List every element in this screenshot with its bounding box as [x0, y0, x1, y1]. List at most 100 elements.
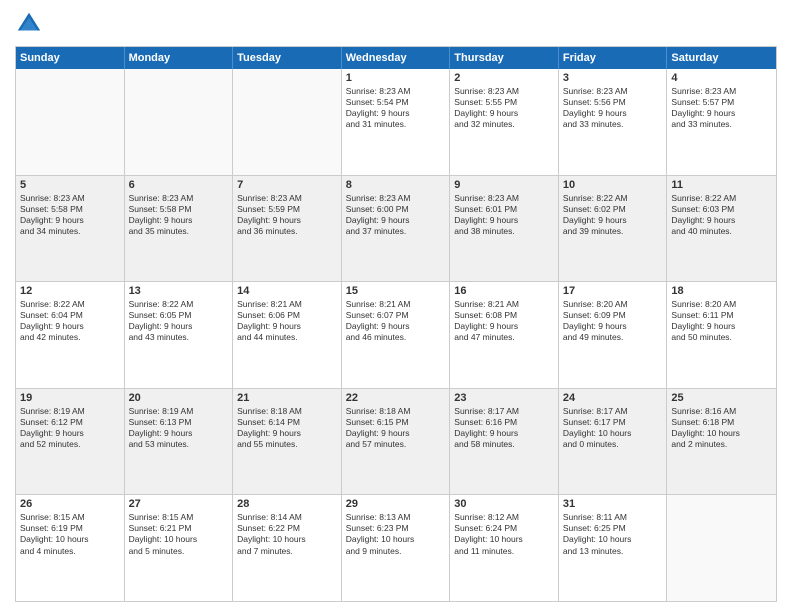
- day-number: 24: [563, 392, 663, 404]
- day-number: 23: [454, 392, 554, 404]
- header-cell-monday: Monday: [125, 47, 234, 69]
- cal-row-3: 19 Sunrise: 8:19 AM Sunset: 6:12 PM Dayli…: [16, 388, 776, 495]
- cell-info-text: Sunrise: 8:17 AM Sunset: 6:17 PM Dayligh…: [563, 406, 663, 450]
- cal-cell-day-2: 2 Sunrise: 8:23 AM Sunset: 5:55 PM Daylig…: [450, 69, 559, 175]
- cell-info-text: Sunrise: 8:23 AM Sunset: 5:58 PM Dayligh…: [129, 193, 229, 237]
- cal-cell-day-10: 10 Sunrise: 8:22 AM Sunset: 6:02 PM Dayli…: [559, 176, 668, 282]
- day-number: 21: [237, 392, 337, 404]
- header-cell-friday: Friday: [559, 47, 668, 69]
- cell-info-text: Sunrise: 8:22 AM Sunset: 6:02 PM Dayligh…: [563, 193, 663, 237]
- header: [15, 10, 777, 38]
- cell-info-text: Sunrise: 8:19 AM Sunset: 6:13 PM Dayligh…: [129, 406, 229, 450]
- header-cell-thursday: Thursday: [450, 47, 559, 69]
- cell-info-text: Sunrise: 8:23 AM Sunset: 5:58 PM Dayligh…: [20, 193, 120, 237]
- cal-cell-empty: [125, 69, 234, 175]
- cal-row-2: 12 Sunrise: 8:22 AM Sunset: 6:04 PM Dayli…: [16, 281, 776, 388]
- cell-info-text: Sunrise: 8:16 AM Sunset: 6:18 PM Dayligh…: [671, 406, 772, 450]
- day-number: 11: [671, 179, 772, 191]
- day-number: 19: [20, 392, 120, 404]
- cell-info-text: Sunrise: 8:23 AM Sunset: 6:00 PM Dayligh…: [346, 193, 446, 237]
- cal-cell-day-5: 5Sunrise: 8:23 AM Sunset: 5:58 PM Daylig…: [16, 176, 125, 282]
- cell-info-text: Sunrise: 8:20 AM Sunset: 6:09 PM Dayligh…: [563, 299, 663, 343]
- cal-cell-day-31: 31 Sunrise: 8:11 AM Sunset: 6:25 PM Dayli…: [559, 495, 668, 601]
- day-number: 30: [454, 498, 554, 510]
- cal-cell-day-15: 15Sunrise: 8:21 AM Sunset: 6:07 PM Dayli…: [342, 282, 451, 388]
- cal-cell-day-1: 1 Sunrise: 8:23 AM Sunset: 5:54 PM Daylig…: [342, 69, 451, 175]
- cal-cell-day-16: 16 Sunrise: 8:21 AM Sunset: 6:08 PM Dayli…: [450, 282, 559, 388]
- cal-cell-day-18: 18Sunrise: 8:20 AM Sunset: 6:11 PM Dayli…: [667, 282, 776, 388]
- cal-row-4: 26 Sunrise: 8:15 AM Sunset: 6:19 PM Dayli…: [16, 494, 776, 601]
- day-number: 1: [346, 72, 446, 84]
- calendar-body: 1 Sunrise: 8:23 AM Sunset: 5:54 PM Daylig…: [16, 69, 776, 601]
- cal-cell-day-19: 19 Sunrise: 8:19 AM Sunset: 6:12 PM Dayli…: [16, 389, 125, 495]
- cal-cell-day-11: 11 Sunrise: 8:22 AM Sunset: 6:03 PM Dayli…: [667, 176, 776, 282]
- day-number: 6: [129, 179, 229, 191]
- cal-cell-day-8: 8 Sunrise: 8:23 AM Sunset: 6:00 PM Daylig…: [342, 176, 451, 282]
- day-number: 10: [563, 179, 663, 191]
- cal-cell-day-12: 12 Sunrise: 8:22 AM Sunset: 6:04 PM Dayli…: [16, 282, 125, 388]
- cal-row-1: 5Sunrise: 8:23 AM Sunset: 5:58 PM Daylig…: [16, 175, 776, 282]
- day-number: 9: [454, 179, 554, 191]
- cell-info-text: Sunrise: 8:15 AM Sunset: 6:19 PM Dayligh…: [20, 512, 120, 556]
- cal-cell-day-30: 30Sunrise: 8:12 AM Sunset: 6:24 PM Dayli…: [450, 495, 559, 601]
- cal-cell-day-27: 27Sunrise: 8:15 AM Sunset: 6:21 PM Dayli…: [125, 495, 234, 601]
- page: SundayMondayTuesdayWednesdayThursdayFrid…: [0, 0, 792, 612]
- cal-cell-empty: [16, 69, 125, 175]
- cal-cell-day-24: 24 Sunrise: 8:17 AM Sunset: 6:17 PM Dayli…: [559, 389, 668, 495]
- day-number: 29: [346, 498, 446, 510]
- cal-cell-day-26: 26 Sunrise: 8:15 AM Sunset: 6:19 PM Dayli…: [16, 495, 125, 601]
- cell-info-text: Sunrise: 8:21 AM Sunset: 6:07 PM Dayligh…: [346, 299, 446, 343]
- cell-info-text: Sunrise: 8:22 AM Sunset: 6:05 PM Dayligh…: [129, 299, 229, 343]
- day-number: 2: [454, 72, 554, 84]
- cell-info-text: Sunrise: 8:23 AM Sunset: 5:54 PM Dayligh…: [346, 86, 446, 130]
- day-number: 3: [563, 72, 663, 84]
- cal-cell-day-9: 9 Sunrise: 8:23 AM Sunset: 6:01 PM Daylig…: [450, 176, 559, 282]
- cell-info-text: Sunrise: 8:22 AM Sunset: 6:03 PM Dayligh…: [671, 193, 772, 237]
- day-number: 31: [563, 498, 663, 510]
- cal-cell-empty: [233, 69, 342, 175]
- cal-cell-day-3: 3 Sunrise: 8:23 AM Sunset: 5:56 PM Daylig…: [559, 69, 668, 175]
- day-number: 26: [20, 498, 120, 510]
- cal-cell-day-4: 4 Sunrise: 8:23 AM Sunset: 5:57 PM Daylig…: [667, 69, 776, 175]
- header-cell-sunday: Sunday: [16, 47, 125, 69]
- cell-info-text: Sunrise: 8:18 AM Sunset: 6:14 PM Dayligh…: [237, 406, 337, 450]
- cal-cell-day-22: 22Sunrise: 8:18 AM Sunset: 6:15 PM Dayli…: [342, 389, 451, 495]
- cell-info-text: Sunrise: 8:13 AM Sunset: 6:23 PM Dayligh…: [346, 512, 446, 556]
- day-number: 22: [346, 392, 446, 404]
- cell-info-text: Sunrise: 8:23 AM Sunset: 5:55 PM Dayligh…: [454, 86, 554, 130]
- day-number: 25: [671, 392, 772, 404]
- cal-cell-day-25: 25 Sunrise: 8:16 AM Sunset: 6:18 PM Dayli…: [667, 389, 776, 495]
- cell-info-text: Sunrise: 8:19 AM Sunset: 6:12 PM Dayligh…: [20, 406, 120, 450]
- cal-cell-day-6: 6 Sunrise: 8:23 AM Sunset: 5:58 PM Daylig…: [125, 176, 234, 282]
- header-cell-saturday: Saturday: [667, 47, 776, 69]
- cell-info-text: Sunrise: 8:22 AM Sunset: 6:04 PM Dayligh…: [20, 299, 120, 343]
- day-number: 13: [129, 285, 229, 297]
- day-number: 28: [237, 498, 337, 510]
- cell-info-text: Sunrise: 8:14 AM Sunset: 6:22 PM Dayligh…: [237, 512, 337, 556]
- cal-cell-day-21: 21 Sunrise: 8:18 AM Sunset: 6:14 PM Dayli…: [233, 389, 342, 495]
- day-number: 27: [129, 498, 229, 510]
- cell-info-text: Sunrise: 8:23 AM Sunset: 5:57 PM Dayligh…: [671, 86, 772, 130]
- cal-cell-day-14: 14Sunrise: 8:21 AM Sunset: 6:06 PM Dayli…: [233, 282, 342, 388]
- cell-info-text: Sunrise: 8:23 AM Sunset: 6:01 PM Dayligh…: [454, 193, 554, 237]
- cell-info-text: Sunrise: 8:23 AM Sunset: 5:56 PM Dayligh…: [563, 86, 663, 130]
- cell-info-text: Sunrise: 8:23 AM Sunset: 5:59 PM Dayligh…: [237, 193, 337, 237]
- day-number: 7: [237, 179, 337, 191]
- cell-info-text: Sunrise: 8:11 AM Sunset: 6:25 PM Dayligh…: [563, 512, 663, 556]
- cal-cell-day-28: 28 Sunrise: 8:14 AM Sunset: 6:22 PM Dayli…: [233, 495, 342, 601]
- cell-info-text: Sunrise: 8:21 AM Sunset: 6:08 PM Dayligh…: [454, 299, 554, 343]
- header-cell-tuesday: Tuesday: [233, 47, 342, 69]
- day-number: 16: [454, 285, 554, 297]
- cal-cell-day-13: 13 Sunrise: 8:22 AM Sunset: 6:05 PM Dayli…: [125, 282, 234, 388]
- day-number: 12: [20, 285, 120, 297]
- day-number: 17: [563, 285, 663, 297]
- calendar: SundayMondayTuesdayWednesdayThursdayFrid…: [15, 46, 777, 602]
- calendar-header-row: SundayMondayTuesdayWednesdayThursdayFrid…: [16, 47, 776, 69]
- day-number: 14: [237, 285, 337, 297]
- day-number: 4: [671, 72, 772, 84]
- header-cell-wednesday: Wednesday: [342, 47, 451, 69]
- day-number: 8: [346, 179, 446, 191]
- cal-cell-day-7: 7 Sunrise: 8:23 AM Sunset: 5:59 PM Daylig…: [233, 176, 342, 282]
- cell-info-text: Sunrise: 8:17 AM Sunset: 6:16 PM Dayligh…: [454, 406, 554, 450]
- cal-cell-empty: [667, 495, 776, 601]
